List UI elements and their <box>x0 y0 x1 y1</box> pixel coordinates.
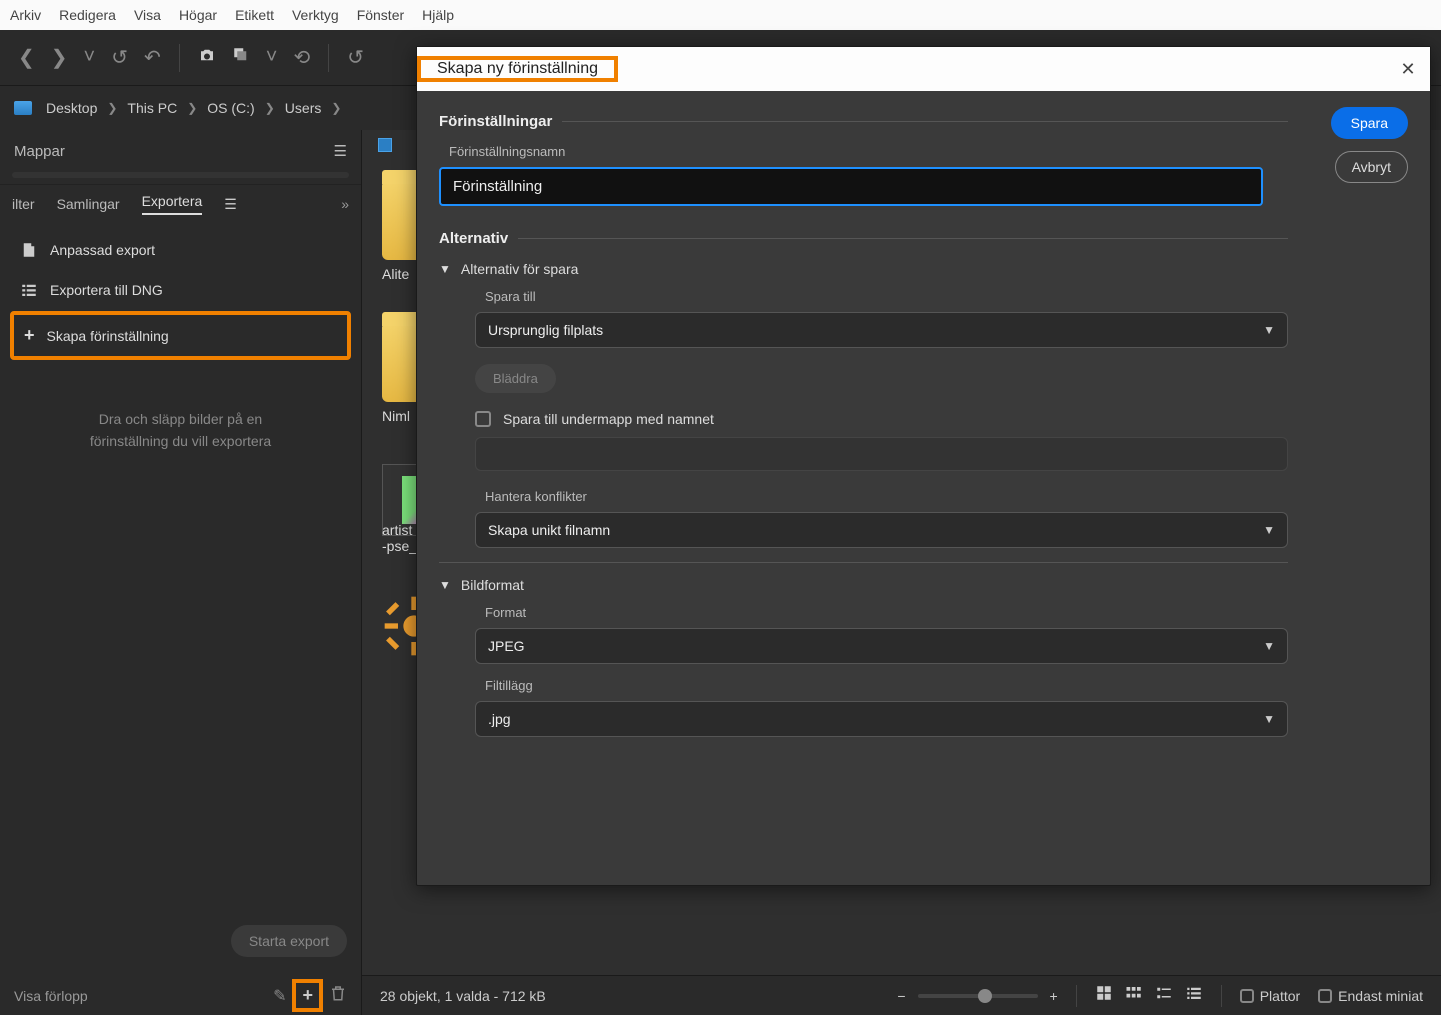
chevron-down-icon-2[interactable]: ˅ <box>262 42 282 73</box>
menu-hogar[interactable]: Högar <box>179 7 217 23</box>
scrollbar[interactable] <box>12 172 349 178</box>
grid-view-icon[interactable] <box>1095 984 1113 1007</box>
subsection-image-format[interactable]: ▼ Bildformat <box>439 577 1288 593</box>
dialog-title: Skapa ny förinställning <box>421 50 614 87</box>
menu-redigera[interactable]: Redigera <box>59 7 116 23</box>
thumbs-only-checkbox[interactable] <box>1318 989 1332 1003</box>
format-select[interactable]: JPEG ▼ <box>475 628 1288 664</box>
format-label: Format <box>485 605 1288 620</box>
status-text: 28 objekt, 1 valda - 712 kB <box>380 988 546 1004</box>
dialog-form: Förinställningar Förinställningsnamn Alt… <box>439 107 1298 869</box>
cancel-button[interactable]: Avbryt <box>1335 151 1408 183</box>
browse-button: Bläddra <box>475 364 556 393</box>
chevron-down-icon: ▼ <box>439 578 451 592</box>
export-icon <box>20 241 38 259</box>
pencil-icon[interactable]: ✎ <box>273 986 286 1006</box>
export-custom-label: Anpassad export <box>50 242 155 258</box>
plus-icon: + <box>24 325 35 346</box>
zoom-in-icon[interactable]: + <box>1050 988 1058 1004</box>
subsection-save-options[interactable]: ▼ Alternativ för spara <box>439 261 1288 277</box>
hamburger-icon[interactable]: ☰ <box>224 196 237 213</box>
drop-hint: Dra och släpp bilder på en förinställnin… <box>0 368 361 493</box>
menu-verktyg[interactable]: Verktyg <box>292 7 339 23</box>
menu-visa[interactable]: Visa <box>134 7 161 23</box>
list-icon <box>20 281 38 299</box>
menu-fonster[interactable]: Fönster <box>357 7 404 23</box>
create-preset-label: Skapa förinställning <box>47 328 169 344</box>
show-progress-label[interactable]: Visa förlopp <box>14 988 88 1004</box>
thumbs-view-icon[interactable] <box>1125 984 1143 1007</box>
dialog-titlebar: Skapa ny förinställning ✕ <box>417 47 1430 91</box>
history-icon[interactable]: ↺ <box>107 41 132 74</box>
folders-label: Mappar <box>14 143 65 160</box>
plates-checkbox[interactable] <box>1240 989 1254 1003</box>
ext-select[interactable]: .jpg ▼ <box>475 701 1288 737</box>
rotate-ccw-icon[interactable]: ↺ <box>343 41 368 74</box>
crumb-desktop[interactable]: Desktop <box>46 100 97 116</box>
zoom-slider[interactable] <box>918 994 1038 998</box>
chevron-right-icon: ❯ <box>265 101 275 115</box>
crumb-thispc[interactable]: This PC <box>127 100 177 116</box>
trash-icon[interactable] <box>329 984 347 1007</box>
crumb-osc[interactable]: OS (C:) <box>207 100 254 116</box>
chevron-down-icon: ▼ <box>1263 523 1275 537</box>
section-options: Alternativ <box>439 230 1288 247</box>
export-custom[interactable]: Anpassad export <box>10 231 351 269</box>
crumb-users[interactable]: Users <box>285 100 322 116</box>
tab-filter[interactable]: ilter <box>12 196 35 212</box>
save-button[interactable]: Spara <box>1331 107 1408 139</box>
statusbar: 28 objekt, 1 valda - 712 kB − + Plattor … <box>362 975 1441 1015</box>
stack-icon[interactable] <box>228 42 254 74</box>
details-view-icon[interactable] <box>1155 984 1173 1007</box>
subfolder-name-input <box>475 437 1288 471</box>
list-view-icon[interactable] <box>1185 984 1203 1007</box>
back-icon[interactable]: ❮ <box>14 41 39 74</box>
save-to-select[interactable]: Ursprunglig filplats ▼ <box>475 312 1288 348</box>
chevron-down-icon: ▼ <box>1263 712 1275 726</box>
more-icon[interactable]: » <box>341 196 349 212</box>
sidebar: Mappar ☰ ilter Samlingar Exportera ☰ » A… <box>0 130 362 1015</box>
tab-export[interactable]: Exportera <box>142 193 203 215</box>
preset-name-label: Förinställningsnamn <box>449 144 1288 159</box>
export-dng[interactable]: Exportera till DNG <box>10 271 351 309</box>
create-preset-dialog: Skapa ny förinställning ✕ Förinställning… <box>416 46 1431 886</box>
plates-label: Plattor <box>1260 988 1300 1004</box>
stack-svg-icon <box>232 46 250 64</box>
add-preset-button[interactable]: + <box>292 979 323 1012</box>
forward-icon[interactable]: ❯ <box>47 41 72 74</box>
save-to-label: Spara till <box>485 289 1288 304</box>
menu-etikett[interactable]: Etikett <box>235 7 274 23</box>
start-export-button[interactable]: Starta export <box>231 925 347 957</box>
refresh-icon[interactable]: ⟲ <box>289 41 314 74</box>
select-all-checkbox[interactable] <box>378 138 392 152</box>
camera-import-icon[interactable] <box>194 42 220 74</box>
chevron-right-icon: ❯ <box>107 101 117 115</box>
subfolder-checkbox[interactable] <box>475 411 491 427</box>
thumbs-only-label: Endast miniat <box>1338 988 1423 1004</box>
export-dng-label: Exportera till DNG <box>50 282 163 298</box>
boomerang-icon[interactable]: ↶ <box>140 41 165 74</box>
hamburger-icon[interactable]: ☰ <box>334 142 347 160</box>
subfolder-label: Spara till undermapp med namnet <box>503 411 714 427</box>
create-preset[interactable]: + Skapa förinställning <box>10 311 351 360</box>
close-icon[interactable]: ✕ <box>1386 59 1430 80</box>
chevron-right-icon: ❯ <box>331 101 341 115</box>
zoom-out-icon[interactable]: − <box>897 988 905 1004</box>
camera-icon <box>198 46 216 64</box>
chevron-down-icon: ▼ <box>439 262 451 276</box>
desktop-icon <box>14 101 32 115</box>
ext-label: Filtillägg <box>485 678 1288 693</box>
chevron-down-icon[interactable]: ˅ <box>80 42 100 73</box>
menubar: Arkiv Redigera Visa Högar Etikett Verkty… <box>0 0 1441 30</box>
chevron-right-icon: ❯ <box>187 101 197 115</box>
menu-hjalp[interactable]: Hjälp <box>422 7 454 23</box>
preset-name-input[interactable] <box>439 167 1263 206</box>
menu-arkiv[interactable]: Arkiv <box>10 7 41 23</box>
conflicts-label: Hantera konflikter <box>485 489 1288 504</box>
tab-collections[interactable]: Samlingar <box>57 196 120 212</box>
chevron-down-icon: ▼ <box>1263 639 1275 653</box>
conflicts-select[interactable]: Skapa unikt filnamn ▼ <box>475 512 1288 548</box>
chevron-down-icon: ▼ <box>1263 323 1275 337</box>
section-presets: Förinställningar <box>439 113 1288 130</box>
